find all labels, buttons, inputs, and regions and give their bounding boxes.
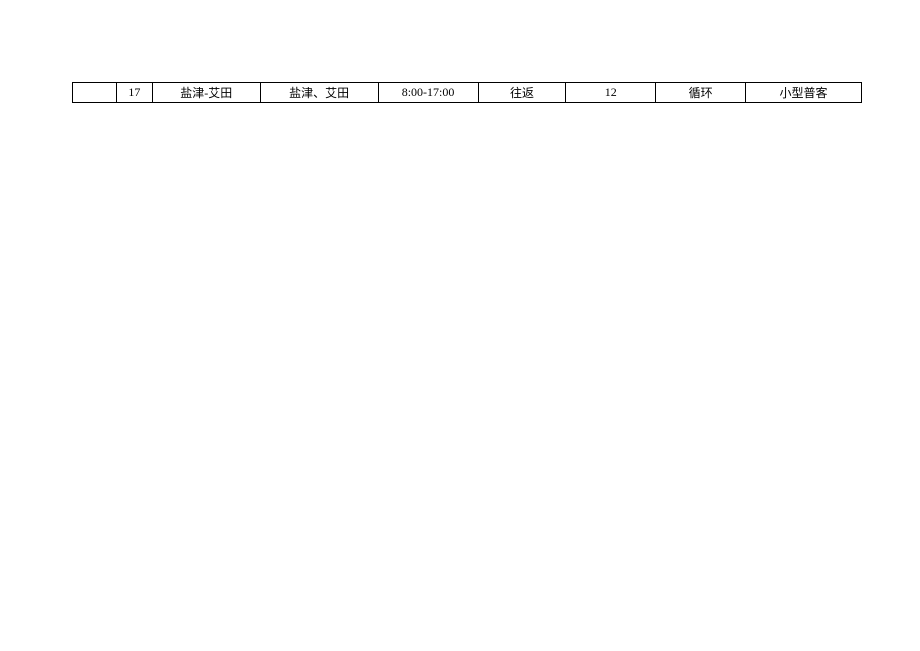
cell-empty <box>73 83 117 103</box>
schedule-table-container: 17 盐津-艾田 盐津、艾田 8:00-17:00 往返 12 循环 小型普客 <box>72 82 862 103</box>
cell-stops: 盐津、艾田 <box>260 83 378 103</box>
schedule-table: 17 盐津-艾田 盐津、艾田 8:00-17:00 往返 12 循环 小型普客 <box>72 82 862 103</box>
cell-vehicle: 小型普客 <box>746 83 862 103</box>
cell-count: 12 <box>566 83 656 103</box>
cell-index: 17 <box>116 83 152 103</box>
cell-route: 盐津-艾田 <box>152 83 260 103</box>
cell-mode: 循环 <box>656 83 746 103</box>
cell-direction: 往返 <box>478 83 566 103</box>
cell-time: 8:00-17:00 <box>378 83 478 103</box>
table-row: 17 盐津-艾田 盐津、艾田 8:00-17:00 往返 12 循环 小型普客 <box>73 83 862 103</box>
